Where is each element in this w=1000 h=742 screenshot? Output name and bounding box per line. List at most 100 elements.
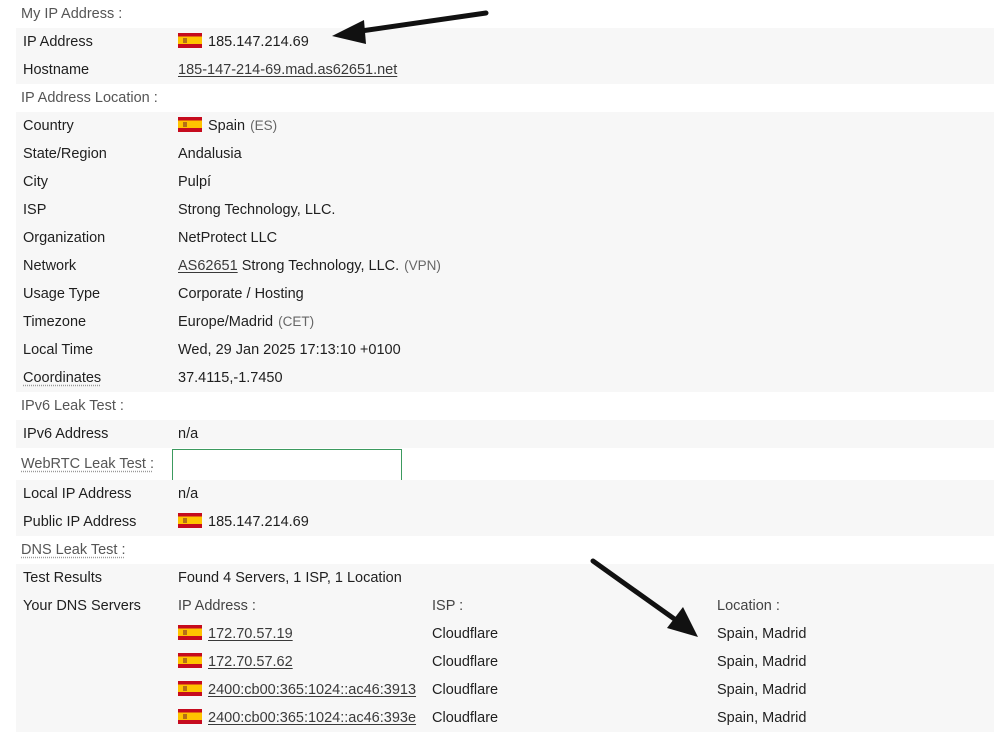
location-extra: (ES)	[250, 118, 278, 133]
section-title-ipv6: IPv6 Leak Test :	[21, 398, 124, 414]
section-location: IP Address Location :	[16, 84, 994, 112]
row-test-results: Test Results Found 4 Servers, 1 ISP, 1 L…	[16, 564, 994, 592]
row-location-local-time: Local Time Wed, 29 Jan 2025 17:13:10 +010…	[16, 336, 994, 364]
spain-flag-icon	[178, 513, 202, 528]
dns-server-isp: Cloudflare	[432, 682, 499, 698]
network-as-link[interactable]: AS62651	[178, 258, 238, 274]
section-ipv6: IPv6 Leak Test :	[16, 392, 994, 420]
location-value-wrap: Europe/Madrid (CET)	[178, 308, 314, 336]
hostname-link[interactable]: 185-147-214-69.mad.as62651.net	[178, 62, 397, 78]
dns-server-isp: Cloudflare	[432, 626, 499, 642]
row-location-timezone: Timezone Europe/Madrid (CET)	[16, 308, 994, 336]
dns-server-ip-cell: 2400:cb00:365:1024::ac46:3913	[178, 676, 416, 704]
location-value: Strong Technology, LLC.	[178, 202, 336, 218]
row-hostname: Hostname 185-147-214-69.mad.as62651.net	[16, 56, 994, 84]
webrtc-highlight-box	[172, 449, 402, 481]
location-label: City	[23, 174, 48, 190]
dns-server-ip-link[interactable]: 2400:cb00:365:1024::ac46:3913	[208, 682, 416, 698]
location-label: ISP	[23, 202, 47, 218]
dns-server-location: Spain, Madrid	[717, 682, 807, 698]
location-label: Timezone	[23, 314, 87, 330]
location-value-wrap: NetProtect LLC	[178, 224, 277, 252]
ip-address-label: IP Address	[23, 34, 93, 50]
row-local-ip: Local IP Address n/a	[16, 480, 994, 508]
dns-servers-table: Your DNS Servers IP Address : ISP : Loca…	[16, 592, 994, 732]
location-extra: (CET)	[278, 314, 315, 329]
test-results-label: Test Results	[23, 570, 102, 586]
row-location-isp: ISP Strong Technology, LLC.	[16, 196, 994, 224]
location-value: Spain	[208, 118, 246, 134]
row-location-organization: Organization NetProtect LLC	[16, 224, 994, 252]
row-location-state-region: State/Region Andalusia	[16, 140, 994, 168]
location-label: Country	[23, 118, 74, 134]
location-value: Pulpí	[178, 174, 212, 190]
dns-server-ip-link[interactable]: 2400:cb00:365:1024::ac46:393e	[208, 710, 416, 726]
hostname-label: Hostname	[23, 62, 90, 78]
row-location-network: Network AS62651 Strong Technology, LLC. (V…	[16, 252, 994, 280]
location-value: Europe/Madrid	[178, 314, 274, 330]
spain-flag-icon	[178, 33, 202, 48]
ipv6-address-label: IPv6 Address	[23, 426, 109, 442]
row-location-city: City Pulpí	[16, 168, 994, 196]
dns-servers-label: Your DNS Servers	[23, 598, 141, 614]
row-ipv6-address: IPv6 Address n/a	[16, 420, 994, 448]
spain-flag-icon	[178, 117, 202, 132]
ip-address-value-wrap: 185.147.214.69	[178, 28, 309, 56]
dns-server-location: Spain, Madrid	[717, 626, 807, 642]
ip-address-value: 185.147.214.69	[208, 34, 309, 50]
location-label[interactable]: Coordinates	[23, 364, 101, 392]
location-label: Network	[23, 258, 77, 274]
location-value-wrap: Strong Technology, LLC.	[178, 196, 335, 224]
location-rows: Country Spain (ES) State/Region Andalusia Cit…	[16, 112, 994, 392]
location-value-wrap: Pulpí	[178, 168, 211, 196]
dns-server-location: Spain, Madrid	[717, 710, 807, 726]
row-location-usage-type: Usage Type Corporate / Hosting	[16, 280, 994, 308]
dns-server-ip-link[interactable]: 172.70.57.19	[208, 626, 293, 642]
dns-col-isp-header: ISP :	[432, 598, 464, 614]
location-value-wrap: Wed, 29 Jan 2025 17:13:10 +0100	[178, 336, 401, 364]
section-dns: DNS Leak Test :	[16, 536, 994, 564]
dns-col-location-header: Location :	[717, 598, 780, 614]
location-extra: (VPN)	[404, 258, 441, 273]
row-ip-address: IP Address 185.147.214.69	[16, 28, 994, 56]
section-my-ip: My IP Address :	[16, 0, 994, 28]
location-label: Usage Type	[23, 286, 101, 302]
spain-flag-icon	[178, 709, 202, 724]
location-label: Organization	[23, 230, 106, 246]
public-ip-label: Public IP Address	[23, 514, 137, 530]
dns-server-isp: Cloudflare	[432, 654, 499, 670]
location-value: NetProtect LLC	[178, 230, 278, 246]
location-value-wrap: 37.4115,-1.7450	[178, 364, 283, 392]
row-location-coordinates: Coordinates 37.4115,-1.7450	[16, 364, 994, 392]
section-title-my-ip: My IP Address :	[21, 6, 123, 22]
spain-flag-icon	[178, 681, 202, 696]
spain-flag-icon	[178, 625, 202, 640]
local-ip-value: n/a	[178, 486, 199, 502]
arrow-annotation-top	[332, 10, 489, 44]
ip-info-panel: My IP Address : IP Address 185.147.214.6…	[16, 0, 994, 732]
public-ip-value: 185.147.214.69	[208, 514, 309, 530]
location-value: Strong Technology, LLC.	[237, 258, 400, 274]
section-title-dns[interactable]: DNS Leak Test :	[21, 542, 126, 558]
arrow-annotation-dns	[590, 558, 698, 637]
row-public-ip: Public IP Address 185.147.214.69	[16, 508, 994, 536]
location-value-wrap: AS62651 Strong Technology, LLC. (VPN)	[178, 252, 441, 280]
section-webrtc: WebRTC Leak Test :	[16, 448, 994, 481]
location-value: Wed, 29 Jan 2025 17:13:10 +0100	[178, 342, 401, 358]
location-value: 37.4115,-1.7450	[178, 370, 283, 386]
dns-col-ip-header: IP Address :	[178, 598, 256, 614]
dns-server-ip-link[interactable]: 172.70.57.62	[208, 654, 293, 670]
location-value-wrap: Andalusia	[178, 140, 242, 168]
section-title-location: IP Address Location :	[21, 90, 158, 106]
dns-server-ip-cell: 2400:cb00:365:1024::ac46:393e	[178, 704, 416, 732]
local-ip-label: Local IP Address	[23, 486, 132, 502]
section-title-webrtc[interactable]: WebRTC Leak Test :	[21, 456, 154, 472]
location-label: State/Region	[23, 146, 107, 162]
spain-flag-icon	[178, 653, 202, 668]
location-value-wrap: Spain (ES)	[178, 112, 277, 140]
dns-server-ip-cell: 172.70.57.62	[178, 648, 293, 676]
location-value: Andalusia	[178, 146, 242, 162]
test-results-value: Found 4 Servers, 1 ISP, 1 Location	[178, 570, 402, 586]
location-value-wrap: Corporate / Hosting	[178, 280, 304, 308]
ipv6-address-value: n/a	[178, 426, 199, 442]
